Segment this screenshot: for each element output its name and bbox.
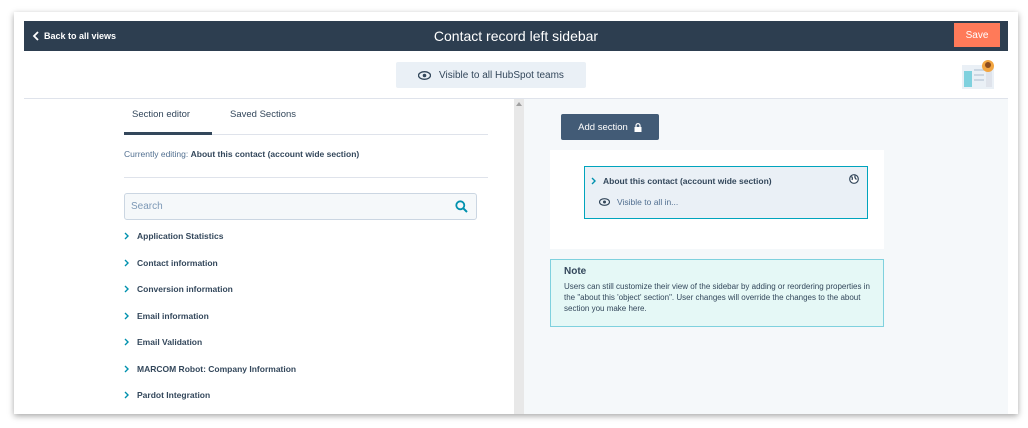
list-item[interactable]: Application Statistics bbox=[124, 223, 484, 250]
visibility-bar: Visible to all HubSpot teams bbox=[24, 51, 1008, 99]
editor-tabs: Section editor Saved Sections bbox=[124, 99, 488, 135]
list-item[interactable]: Conversion information bbox=[124, 276, 484, 303]
section-about-this-contact[interactable]: About this contact (account wide section… bbox=[584, 166, 868, 219]
tab-saved-sections[interactable]: Saved Sections bbox=[230, 109, 296, 120]
chevron-right-icon[interactable] bbox=[591, 177, 596, 185]
list-item[interactable]: Email information bbox=[124, 303, 484, 330]
group-label: Pardot Integration bbox=[137, 390, 211, 401]
property-group-list: Application Statistics Contact informati… bbox=[124, 223, 484, 409]
globe-icon bbox=[849, 174, 859, 184]
visibility-selector[interactable]: Visible to all HubSpot teams bbox=[396, 62, 586, 88]
chevron-right-icon bbox=[124, 232, 129, 240]
chevron-left-icon bbox=[32, 31, 39, 41]
list-item[interactable]: Email Validation bbox=[124, 329, 484, 356]
eye-icon bbox=[418, 70, 432, 80]
group-label: Application Statistics bbox=[137, 231, 224, 242]
group-label: Email information bbox=[137, 310, 209, 321]
editing-prefix: Currently editing: bbox=[124, 149, 191, 159]
eye-icon bbox=[599, 198, 610, 206]
section-visibility-label: Visible to all in... bbox=[617, 197, 679, 207]
list-item[interactable]: MARCOM Robot: Company Information bbox=[124, 356, 484, 383]
sections-card: About this contact (account wide section… bbox=[550, 150, 884, 249]
add-section-button[interactable]: Add section bbox=[561, 114, 659, 140]
layout-preview-icon[interactable] bbox=[962, 59, 994, 89]
section-visibility: Visible to all in... bbox=[599, 197, 678, 207]
search-box bbox=[124, 193, 477, 220]
back-link-label: Back to all views bbox=[44, 31, 117, 41]
editor-window: Back to all views Contact record left si… bbox=[14, 12, 1018, 414]
scroll-up-arrow-icon[interactable] bbox=[516, 101, 522, 106]
currently-editing-text: Currently editing: About this contact (a… bbox=[124, 149, 359, 159]
divider bbox=[124, 177, 488, 178]
scrollbar[interactable] bbox=[514, 99, 524, 414]
section-title-label: About this contact (account wide section… bbox=[603, 176, 772, 186]
top-bar: Back to all views Contact record left si… bbox=[24, 21, 1008, 51]
editing-section-name: About this contact (account wide section… bbox=[190, 149, 360, 159]
back-to-all-views-link[interactable]: Back to all views bbox=[32, 21, 116, 51]
save-button[interactable]: Save bbox=[954, 23, 1000, 47]
chevron-right-icon bbox=[124, 391, 129, 399]
chevron-right-icon bbox=[124, 338, 129, 346]
add-section-label: Add section bbox=[578, 121, 628, 133]
search-icon[interactable] bbox=[455, 200, 468, 213]
chevron-right-icon bbox=[124, 259, 129, 267]
group-label: Email Validation bbox=[137, 337, 203, 348]
list-item[interactable]: Contact information bbox=[124, 250, 484, 277]
search-input[interactable] bbox=[131, 194, 441, 219]
note-title: Note bbox=[564, 266, 587, 277]
note-body: Users can still customize their view of … bbox=[564, 282, 870, 313]
chevron-right-icon bbox=[124, 285, 129, 293]
page-title: Contact record left sidebar bbox=[433, 28, 599, 44]
chevron-right-icon bbox=[124, 365, 129, 373]
active-tab-indicator bbox=[124, 132, 212, 135]
section-editor-panel: Section editor Saved Sections Currently … bbox=[24, 99, 514, 414]
group-label: Conversion information bbox=[137, 284, 233, 295]
lock-icon bbox=[634, 122, 642, 132]
list-item[interactable]: Pardot Integration bbox=[124, 382, 484, 409]
section-title: About this contact (account wide section… bbox=[591, 176, 772, 186]
group-label: Contact information bbox=[137, 257, 218, 268]
chevron-right-icon bbox=[124, 312, 129, 320]
tab-section-editor[interactable]: Section editor bbox=[132, 109, 190, 120]
sidebar-preview-panel: Add section About this contact (account … bbox=[524, 99, 1008, 414]
note-box: Note Users can still customize their vie… bbox=[550, 259, 884, 327]
group-label: MARCOM Robot: Company Information bbox=[137, 363, 297, 374]
visibility-label: Visible to all HubSpot teams bbox=[439, 69, 564, 81]
